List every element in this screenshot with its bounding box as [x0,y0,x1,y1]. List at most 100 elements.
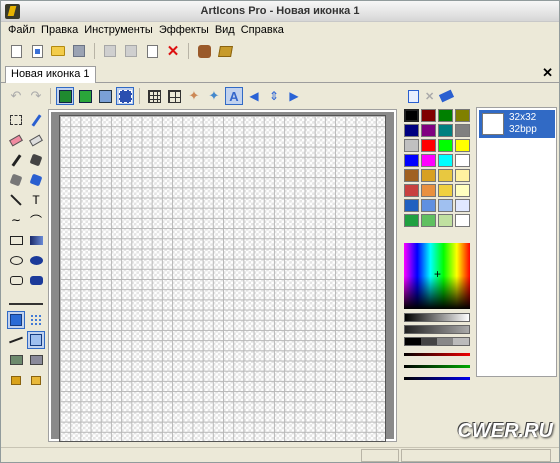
library-button[interactable] [216,42,234,60]
color-swatch[interactable] [438,109,453,122]
menu-tools[interactable]: Инструменты [83,22,158,39]
palette-eraser-icon[interactable] [439,89,455,103]
color-swatch[interactable] [438,169,453,182]
curve-tool[interactable]: ∼ [7,211,25,229]
grid-button[interactable] [145,87,163,105]
layer-button[interactable] [56,87,74,105]
color-swatch[interactable] [455,124,470,137]
pencil-tool[interactable] [7,151,25,169]
gray-gradient-bar-2[interactable] [404,325,470,334]
fill-2-tool[interactable] [27,171,45,189]
color-swatch[interactable] [421,199,436,212]
document-tab[interactable]: Новая иконка 1 [5,66,96,83]
menu-file[interactable]: Файл [7,22,40,39]
select-tool[interactable] [7,111,25,129]
color-swatch[interactable] [421,109,436,122]
effects-button[interactable] [195,42,213,60]
move-right-button[interactable]: ▶ [285,87,303,105]
layer-stack-2-tool[interactable] [27,351,45,369]
transparency-tool[interactable] [27,331,45,349]
color-swatch[interactable] [404,124,419,137]
unlock-tool[interactable] [27,371,45,389]
new-document-button[interactable] [28,42,46,60]
layer-stack-tool[interactable] [7,351,25,369]
paste-button[interactable] [143,42,161,60]
menu-edit[interactable]: Правка [40,22,83,39]
menu-view[interactable]: Вид [214,22,240,39]
solid-fill-tool[interactable] [7,311,25,329]
brush-tool[interactable] [27,151,45,169]
green-slider[interactable] [404,365,470,368]
delete-button[interactable]: ✕ [164,42,182,60]
magic-2-button[interactable]: ✦ [205,87,223,105]
color-swatch[interactable] [455,184,470,197]
color-swatch[interactable] [438,154,453,167]
color-swatch[interactable] [421,184,436,197]
color-picker-tool[interactable] [27,111,45,129]
undo-button[interactable]: ↶ [7,87,25,105]
cube-button[interactable] [96,87,114,105]
color-swatch[interactable] [438,124,453,137]
color-swatch[interactable] [404,169,419,182]
filled-ellipse-tool[interactable] [27,251,45,269]
layer-2-button[interactable] [76,87,94,105]
move-up-down-button[interactable]: ⇕ [265,87,283,105]
filled-rectangle-tool[interactable] [27,231,45,249]
color-swatch[interactable] [455,169,470,182]
icon-canvas[interactable] [59,115,386,442]
cut-button[interactable] [101,42,119,60]
fill-tool[interactable] [7,171,25,189]
title-bar[interactable]: ArtIcons Pro - Новая иконка 1 [1,1,559,22]
color-swatch[interactable] [404,199,419,212]
palette-delete-icon[interactable]: ✕ [425,90,434,103]
text-tool[interactable]: T [27,191,45,209]
eraser-2-tool[interactable] [27,131,45,149]
color-swatch[interactable] [404,184,419,197]
text-antialias-button[interactable]: A [225,87,243,105]
copy-button[interactable] [122,42,140,60]
save-button[interactable] [70,42,88,60]
blue-slider[interactable] [404,377,470,380]
arc-tool[interactable]: ⌒ [27,211,45,229]
format-item-selected[interactable]: 32x32 32bpp [479,110,555,138]
open-button[interactable] [49,42,67,60]
color-swatch[interactable] [455,154,470,167]
rounded-rect-tool[interactable] [7,271,25,289]
color-swatch[interactable] [404,109,419,122]
color-swatch[interactable] [455,139,470,152]
color-swatch[interactable] [455,214,470,227]
color-swatch[interactable] [421,169,436,182]
alpha-steps-bar[interactable] [404,337,470,346]
lock-tool[interactable] [7,371,25,389]
pixel-grid-button[interactable] [165,87,183,105]
new-button[interactable] [7,42,25,60]
color-swatch[interactable] [438,214,453,227]
palette-document-icon[interactable] [408,89,419,103]
menu-help[interactable]: Справка [240,22,289,39]
color-swatch[interactable] [421,124,436,137]
selection-button[interactable] [116,87,134,105]
color-swatch[interactable] [438,199,453,212]
line-width-selector[interactable] [9,303,43,305]
menu-effects[interactable]: Эффекты [158,22,214,39]
color-swatch[interactable] [421,154,436,167]
rectangle-tool[interactable] [7,231,25,249]
color-swatch[interactable] [421,214,436,227]
color-swatch[interactable] [421,139,436,152]
color-spectrum[interactable] [404,243,470,309]
eraser-tool[interactable] [7,131,25,149]
color-swatch[interactable] [404,139,419,152]
color-swatch[interactable] [455,109,470,122]
line-tool[interactable] [7,191,25,209]
magic-button[interactable]: ✦ [185,87,203,105]
color-swatch[interactable] [438,139,453,152]
color-swatch[interactable] [438,184,453,197]
color-swatch[interactable] [455,199,470,212]
ellipse-tool[interactable] [7,251,25,269]
color-swatch[interactable] [404,154,419,167]
close-tab-icon[interactable]: ✕ [542,66,553,79]
move-left-button[interactable]: ◀ [245,87,263,105]
redo-button[interactable]: ↷ [27,87,45,105]
color-swatch[interactable] [404,214,419,227]
gray-gradient-bar[interactable] [404,313,470,322]
